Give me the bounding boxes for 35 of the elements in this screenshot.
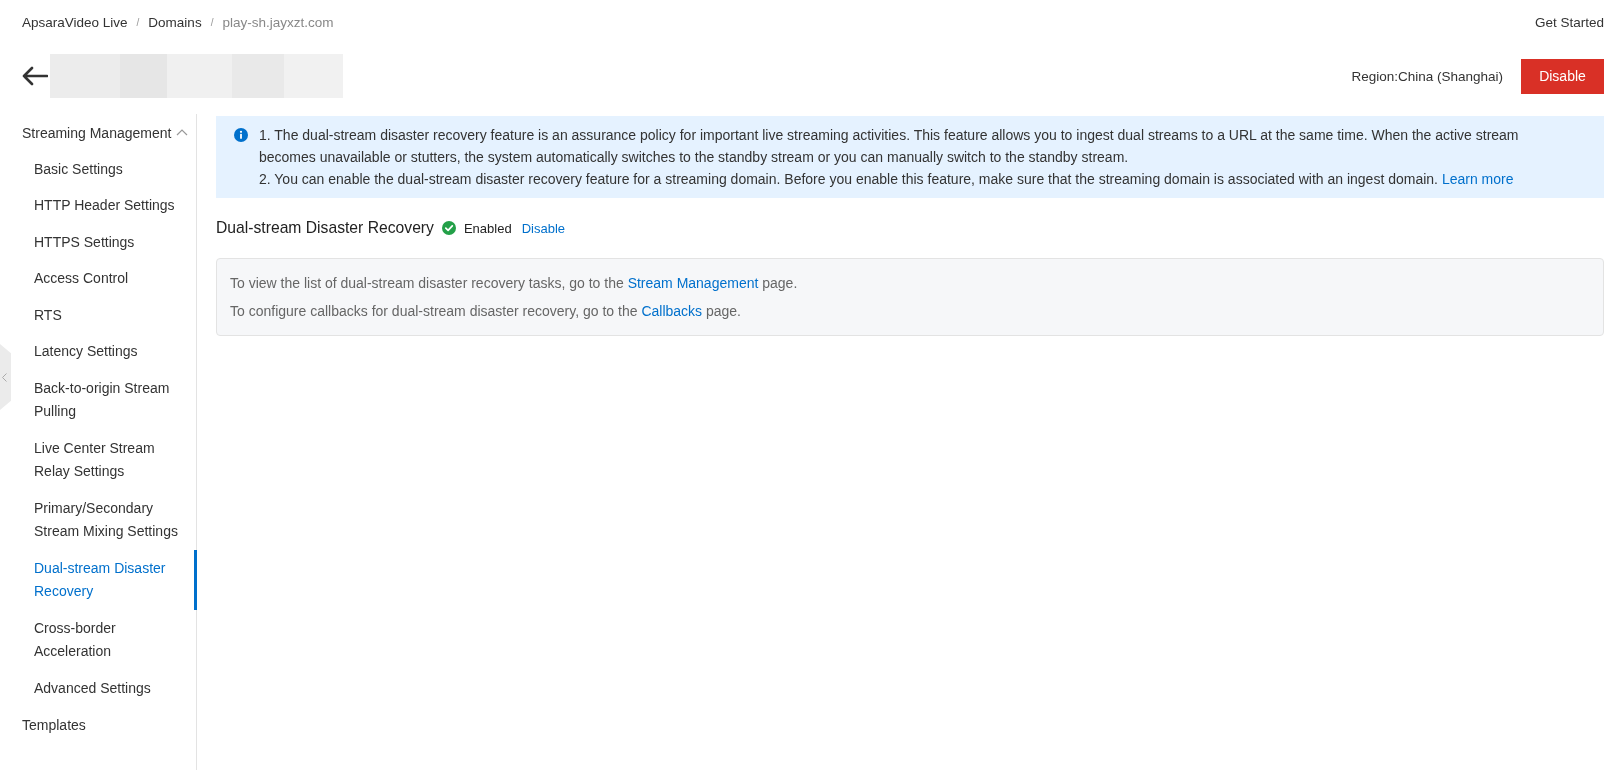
- sidebar-item[interactable]: Access Control: [11, 260, 197, 297]
- sidebar-item[interactable]: Cross-border Acceleration: [11, 610, 197, 670]
- breadcrumb-separator: /: [136, 16, 140, 28]
- breadcrumb-separator: /: [210, 16, 214, 28]
- notice-text: 2. You can enable the dual-stream disaster recovery feature for a streaming domain. Before you enable this feature, make sure that the streaming domain is associated with an ingest domain. Learn more: [259, 170, 1515, 189]
- chevron-left-icon: [2, 372, 7, 382]
- sidebar-item[interactable]: RTS: [11, 297, 197, 334]
- status-label: Enabled: [463, 220, 512, 236]
- sidebar-item[interactable]: HTTP Header Settings: [11, 187, 197, 224]
- sidebar-item[interactable]: Latency Settings: [11, 333, 197, 370]
- sidebar-item[interactable]: Back-to-origin Stream Pulling: [11, 370, 197, 430]
- page-link[interactable]: Stream Management: [627, 275, 759, 291]
- sidebar-item[interactable]: HTTPS Settings: [11, 224, 197, 261]
- disable-link[interactable]: Disable: [521, 220, 566, 236]
- get-started-link[interactable]: Get Started: [1534, 14, 1604, 30]
- info-icon: [234, 128, 248, 142]
- tip-text: To configure callbacks for dual-stream disaster recovery, go to the Callbacks page.: [230, 302, 742, 321]
- page-link[interactable]: Callbacks: [641, 303, 703, 319]
- back-arrow-icon[interactable]: [21, 66, 48, 86]
- sidebar-item[interactable]: Advanced Settings: [11, 670, 197, 707]
- learn-more-link[interactable]: Learn more: [1441, 171, 1514, 187]
- disable-button[interactable]: Disable: [1521, 58, 1604, 94]
- sidebar-item[interactable]: Basic Settings: [11, 151, 197, 188]
- breadcrumb-current: play-sh.jayxzt.com: [222, 14, 334, 30]
- sidebar-item[interactable]: Dual-stream Disaster Recovery: [11, 550, 197, 610]
- sidebar-group[interactable]: Templates: [11, 706, 197, 744]
- sidebar-item[interactable]: Primary/Secondary Stream Mixing Settings: [11, 490, 197, 550]
- sidebar-group[interactable]: Streaming Management: [11, 114, 197, 151]
- region-label: Region:China (Shanghai): [1351, 68, 1503, 84]
- sidebar-item[interactable]: Live Center Stream Relay Settings: [11, 430, 197, 490]
- section-title: Dual-stream Disaster Recovery: [216, 219, 434, 237]
- notice-text: 1. The dual-stream disaster recovery feature is an assurance policy for important live streaming activities. This feature allows you to ingest dual streams to a URL at the same time. When the active stream becomes unavailable or stutters, the system automatically switches to the standby stream or you can manually switch to the standby stream.: [259, 126, 1520, 167]
- breadcrumb-link[interactable]: ApsaraVideo Live: [22, 14, 128, 30]
- tip-text: To view the list of dual-stream disaster recovery tasks, go to the Stream Management page.: [230, 274, 799, 293]
- breadcrumb-link[interactable]: Domains: [148, 14, 202, 30]
